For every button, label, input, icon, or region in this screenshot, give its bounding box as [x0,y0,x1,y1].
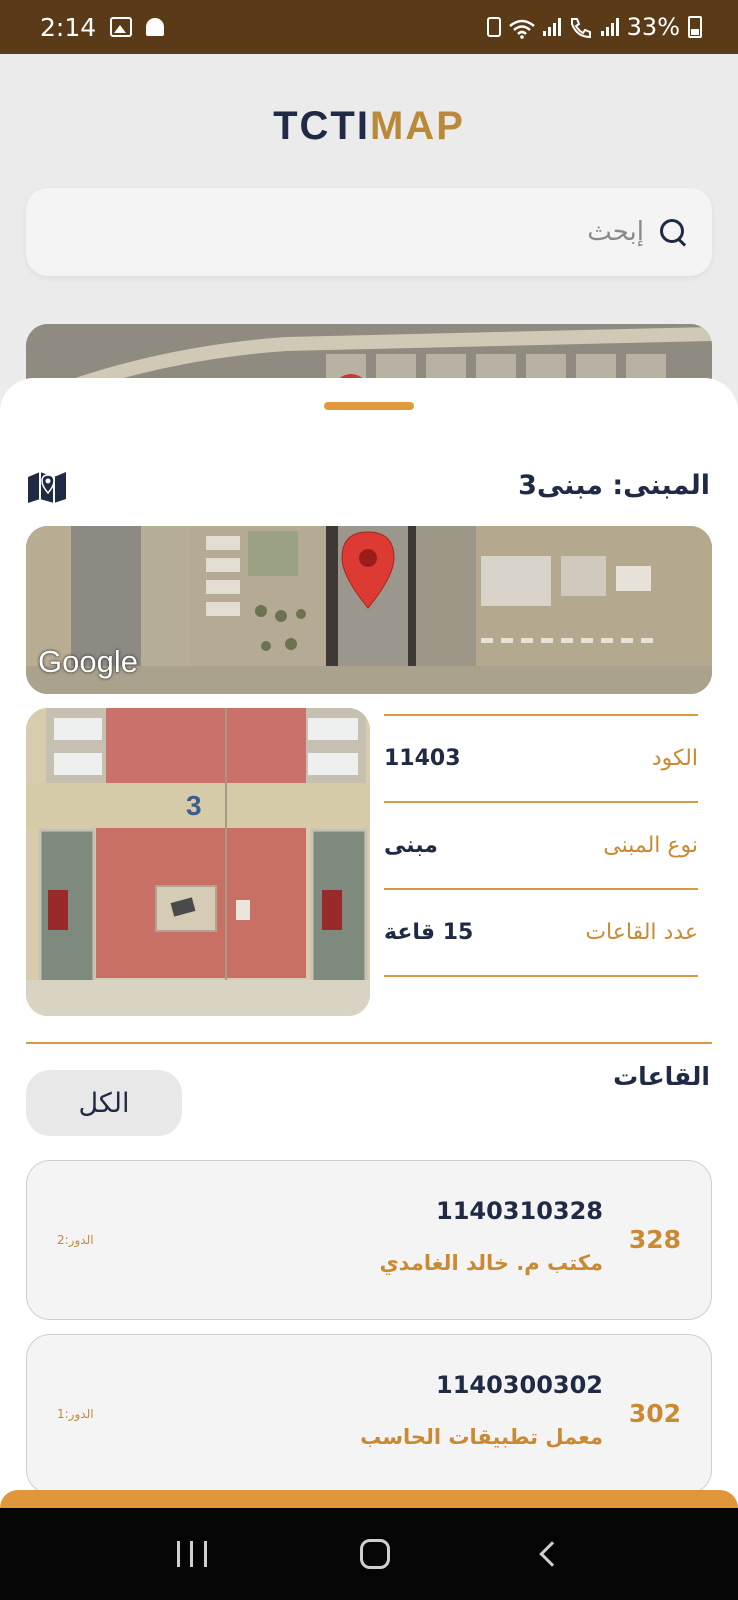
battery-icon [688,16,702,38]
building-details-sheet: المبنى: مبنى3 Google 3 الكود 11403 نوع ا… [0,378,738,1508]
room-number: 328 [628,1225,681,1254]
rooms-section-title: القاعات [613,1062,710,1091]
building-location-map[interactable]: Google [26,526,712,694]
sheet-drag-handle[interactable] [324,402,414,410]
info-value: 15 قاعة [384,920,474,945]
info-value: 11403 [384,746,461,771]
main-screen: TCTIMAP إبحث [0,54,738,444]
prayer-app-notification-icon [146,18,165,36]
room-floor: الدور:1 [57,1407,94,1421]
building-photo[interactable]: 3 [26,708,370,1016]
building-number-sign: 3 [186,790,202,821]
search-input[interactable]: إبحث [587,217,644,247]
wifi-calling-icon [569,16,593,39]
home-icon[interactable] [359,1539,390,1569]
room-floor: الدور:2 [57,1233,94,1247]
room-name: مكتب م. خالد الغامدي [379,1251,603,1275]
app-logo: TCTIMAP [273,104,465,148]
info-value: مبنى [384,833,438,858]
wifi-icon [508,17,535,39]
info-row-room-count: عدد القاعات 15 قاعة [384,890,698,975]
location-pin-icon [341,531,395,609]
room-code: 1140300302 [436,1371,603,1399]
google-attribution: Google [38,644,138,679]
room-code: 1140310328 [436,1197,603,1225]
room-card[interactable]: 328 1140310328 مكتب م. خالد الغامدي الدو… [26,1160,712,1320]
signal-icon [542,18,561,36]
info-row-type: نوع المبنى مبنى [384,803,698,888]
building-info-table: الكود 11403 نوع المبنى مبنى عدد القاعات … [384,714,698,977]
battery-percent: 33% [626,13,680,41]
room-name: معمل تطبيقات الحاسب [360,1425,603,1449]
filter-all-button[interactable]: الكل [26,1070,182,1136]
search-icon[interactable] [658,217,688,247]
room-number: 302 [628,1399,681,1428]
info-label: عدد القاعات [585,920,698,945]
search-bar[interactable]: إبحث [26,188,712,276]
recent-apps-icon[interactable] [176,1541,207,1567]
map-icon[interactable] [26,469,68,505]
section-divider [26,1042,712,1044]
building-title: المبنى: مبنى3 [518,470,710,501]
room-card[interactable]: 302 1140300302 معمل تطبيقات الحاسب الدور… [26,1334,712,1494]
divider [384,975,698,977]
info-row-code: الكود 11403 [384,716,698,801]
system-nav-bar [0,1508,738,1600]
data-saver-icon [486,17,501,37]
signal-icon-sim2 [600,18,619,36]
gallery-notification-icon [110,17,133,37]
clock: 2:14 [40,12,97,42]
back-icon[interactable] [539,1541,566,1567]
status-bar: 2:14 33% [0,0,738,54]
info-label: الكود [651,746,698,771]
info-label: نوع المبنى [603,833,698,858]
